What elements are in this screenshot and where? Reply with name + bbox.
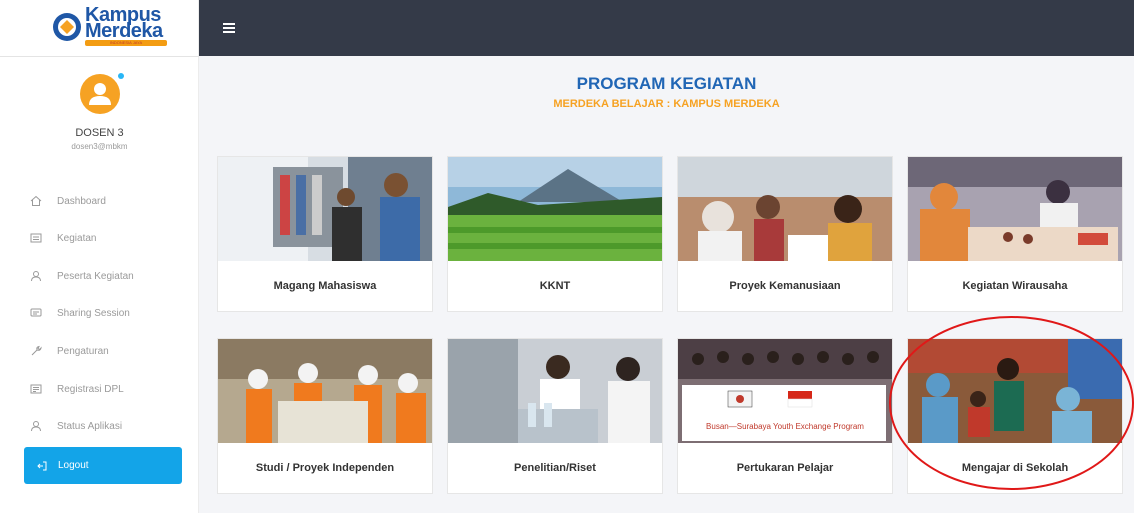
main-content: PROGRAM KEGIATAN MERDEKA BELAJAR : KAMPU… <box>199 56 1134 513</box>
program-image <box>218 157 432 261</box>
program-card-studi-proyek-independen[interactable]: Studi / Proyek Independen <box>217 338 433 494</box>
program-image <box>218 339 432 443</box>
sidebar-item-pengaturan[interactable]: Pengaturan <box>0 335 199 367</box>
program-card-kknt[interactable]: KKNT <box>447 156 663 312</box>
sidebar: Kampus Merdeka INDONESIA JAYA DOSEN 3 do… <box>0 0 199 513</box>
program-card-pertukaran-pelajar[interactable]: Busan—Surabaya Youth Exchange Program Pe… <box>677 338 893 494</box>
program-image <box>678 157 892 261</box>
sidebar-item-label: Kegiatan <box>57 232 97 244</box>
program-card-magang-mahasiswa[interactable]: Magang Mahasiswa <box>217 156 433 312</box>
list-icon <box>30 233 42 243</box>
program-label: Pertukaran Pelajar <box>736 462 834 474</box>
user-icon <box>31 271 41 282</box>
logo-tagline: INDONESIA JAYA <box>109 40 143 45</box>
program-label: Kegiatan Wirausaha <box>962 280 1068 292</box>
online-status-dot <box>118 73 124 79</box>
sidebar-item-kegiatan[interactable]: Kegiatan <box>0 222 199 254</box>
program-image <box>448 157 662 261</box>
program-image <box>908 339 1122 443</box>
logout-icon <box>37 461 47 470</box>
program-label: Proyek Kemanusiaan <box>729 280 841 292</box>
program-label: Mengajar di Sekolah <box>961 462 1069 474</box>
home-icon <box>30 195 42 206</box>
logout-label: Logout <box>58 460 89 471</box>
sidebar-item-label: Peserta Kegiatan <box>57 270 134 282</box>
exchange-banner-text: Busan—Surabaya Youth Exchange Program <box>706 422 864 431</box>
chat-icon <box>30 308 42 317</box>
sidebar-item-label: Dashboard <box>57 195 106 207</box>
program-image <box>908 157 1122 261</box>
program-label: Magang Mahasiswa <box>273 280 377 292</box>
wrench-icon <box>31 345 42 356</box>
user-avatar-icon <box>89 83 111 105</box>
program-label: KKNT <box>539 280 571 292</box>
sidebar-item-label: Status Aplikasi <box>57 420 123 432</box>
program-image: Busan—Surabaya Youth Exchange Program <box>678 339 892 443</box>
sidebar-item-registrasi-dpl[interactable]: Registrasi DPL <box>0 373 199 405</box>
user-name: DOSEN 3 <box>75 127 124 139</box>
sidebar-item-label: Sharing Session <box>57 307 130 319</box>
sidebar-item-status-aplikasi[interactable]: Status Aplikasi <box>0 410 199 442</box>
sidebar-item-peserta-kegiatan[interactable]: Peserta Kegiatan <box>0 260 199 292</box>
sidebar-item-label: Registrasi DPL <box>57 383 124 395</box>
program-card-kegiatan-wirausaha[interactable]: Kegiatan Wirausaha <box>907 156 1123 312</box>
user-icon <box>31 421 41 432</box>
form-icon <box>30 384 42 394</box>
program-label: Penelitian/Riset <box>514 462 596 474</box>
top-navbar <box>199 0 1134 56</box>
logo-text-line2: Merdeka <box>85 20 163 42</box>
avatar[interactable] <box>80 74 120 114</box>
program-image <box>448 339 662 443</box>
program-card-proyek-kemanusiaan[interactable]: Proyek Kemanusiaan <box>677 156 893 312</box>
program-label: Studi / Proyek Independen <box>255 462 395 474</box>
program-card-penelitian-riset[interactable]: Penelitian/Riset <box>447 338 663 494</box>
hamburger-menu-icon[interactable] <box>223 23 235 33</box>
page-title: PROGRAM KEGIATAN <box>576 74 757 93</box>
sidebar-item-dashboard[interactable]: Dashboard <box>0 185 199 217</box>
logout-button[interactable]: Logout <box>24 447 182 484</box>
logo-tagline-strip: INDONESIA JAYA <box>85 40 167 46</box>
logo-emblem-icon <box>53 13 81 41</box>
sidebar-divider <box>0 56 199 57</box>
program-card-mengajar-di-sekolah[interactable]: Mengajar di Sekolah <box>907 338 1123 494</box>
page-subtitle: MERDEKA BELAJAR : KAMPUS MERDEKA <box>553 98 780 110</box>
kampus-merdeka-logo[interactable]: Kampus Merdeka INDONESIA JAYA <box>52 5 168 48</box>
user-email: dosen3@mbkm <box>71 142 128 151</box>
sidebar-item-sharing-session[interactable]: Sharing Session <box>0 297 199 329</box>
sidebar-item-label: Pengaturan <box>57 345 109 357</box>
